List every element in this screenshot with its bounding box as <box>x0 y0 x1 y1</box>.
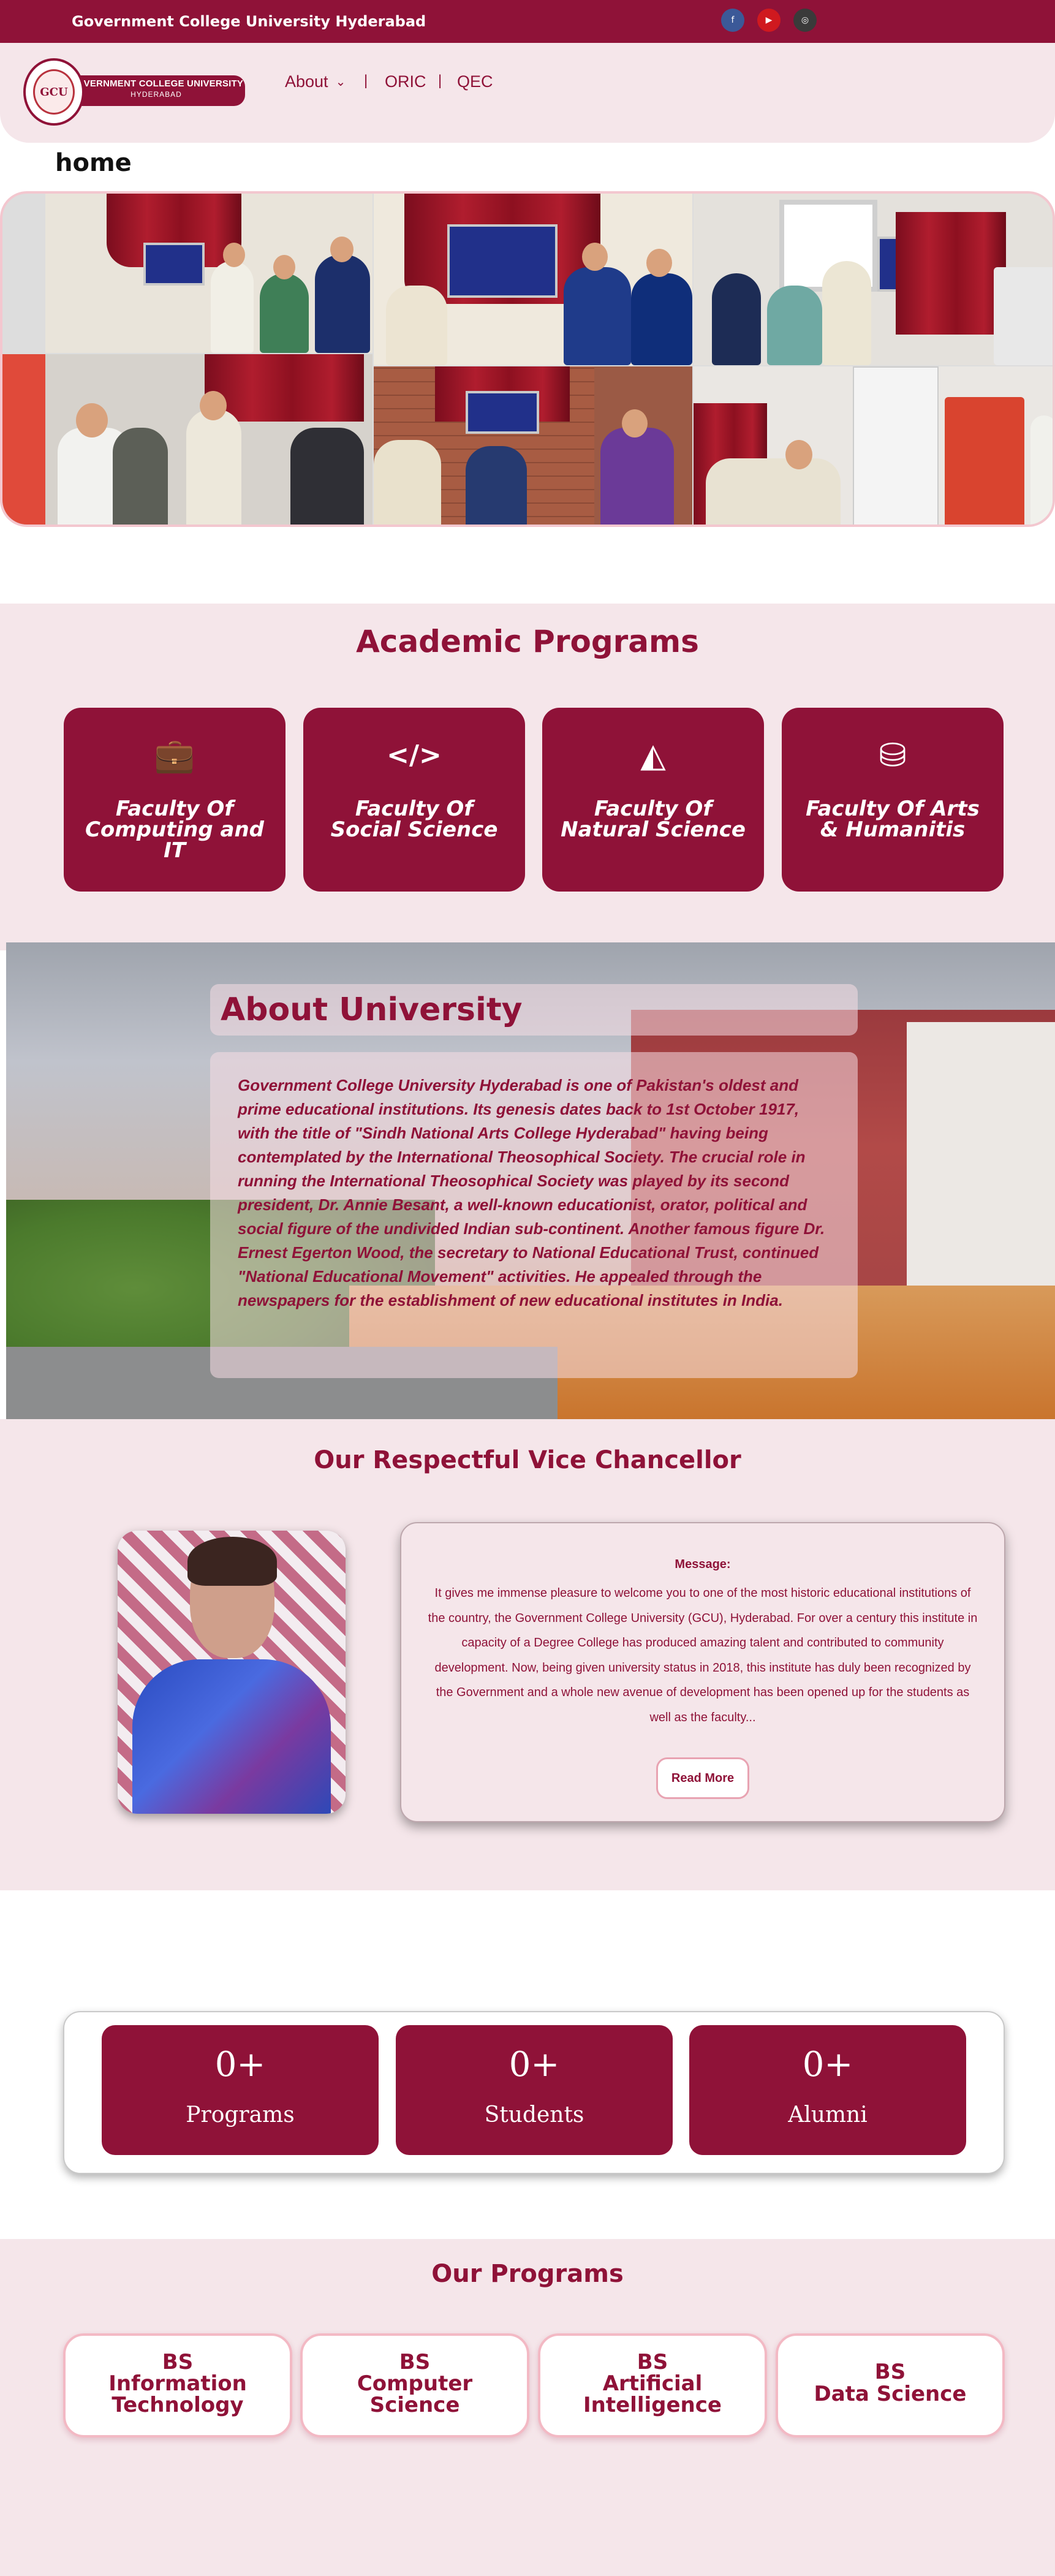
program-degree: BS <box>637 2350 668 2374</box>
page-title: home <box>55 149 132 177</box>
program-degree: BS <box>162 2350 194 2374</box>
chevron-down-icon: ⌄ <box>335 75 346 89</box>
message-label: Message: <box>675 1558 731 1571</box>
about-university-title: About University <box>221 991 523 1028</box>
faculty-card-natural-science[interactable]: ◭ Faculty Of Natural Science <box>542 708 764 892</box>
university-logo[interactable]: GOVERNMENT COLLEGE UNIVERSITY HYDERABAD … <box>23 58 245 131</box>
program-card-bs-cs[interactable]: BS Computer Science <box>300 2333 529 2438</box>
program-name-line: Computer <box>357 2371 473 2396</box>
logo-seal: GCU <box>23 58 85 126</box>
vice-chancellor-message: It gives me immense pleasure to welcome … <box>428 1586 978 1724</box>
hero-photo <box>374 194 692 365</box>
logo-line-2: HYDERABAD <box>130 90 182 99</box>
hero-photo <box>45 194 372 353</box>
stat-label: Programs <box>186 2102 295 2127</box>
program-degree: BS <box>399 2350 431 2374</box>
database-icon: ⛁ <box>879 736 907 775</box>
stat-label: Students <box>484 2102 584 2127</box>
university-name: Government College University Hyderabad <box>72 13 426 30</box>
instagram-icon[interactable]: ◎ <box>793 9 817 32</box>
top-bar: Government College University Hyderabad … <box>0 0 1055 43</box>
read-more-button[interactable]: Read More <box>656 1757 749 1799</box>
code-icon: </> <box>387 740 442 771</box>
logo-seal-emblem: GCU <box>33 69 75 115</box>
program-name-line: Data Science <box>814 2382 967 2406</box>
logo-line-1: GOVERNMENT COLLEGE UNIVERSITY <box>69 78 244 89</box>
program-name-line: Information <box>108 2371 247 2396</box>
briefcase-clock-icon: 💼 <box>154 736 195 775</box>
faculty-name: Faculty Of Natural Science <box>561 797 746 842</box>
faculty-name: Faculty Of Arts & Humanitis <box>806 797 980 842</box>
nav-about-label: About <box>285 72 328 91</box>
nav-about[interactable]: About ⌄ <box>285 66 346 97</box>
hero-photo-collage <box>0 191 1055 527</box>
program-card-bs-ai[interactable]: BS Artificial Intelligence <box>538 2333 767 2438</box>
program-card-bs-ds[interactable]: BS Data Science <box>776 2333 1005 2438</box>
site-header: GOVERNMENT COLLEGE UNIVERSITY HYDERABAD … <box>0 43 1055 143</box>
faculty-card-arts-humanities[interactable]: ⛁ Faculty Of Arts & Humanitis <box>782 708 1004 892</box>
stat-value: 0+ <box>214 2045 266 2085</box>
hero-photo <box>374 366 692 525</box>
nav-separator: | <box>438 72 442 89</box>
facebook-icon[interactable]: f <box>721 9 744 32</box>
program-degree: BS <box>874 2360 906 2384</box>
about-university-text: Government College University Hyderabad … <box>238 1076 825 1309</box>
faculty-name: Faculty Of Computing and IT <box>85 797 265 863</box>
program-card-bs-it[interactable]: BS Information Technology <box>63 2333 292 2438</box>
nav-separator: | <box>364 72 368 89</box>
nav-oric[interactable]: ORIC <box>385 66 426 97</box>
nav-qec[interactable]: QEC <box>457 66 493 97</box>
stat-value: 0+ <box>509 2045 560 2085</box>
stat-alumni: 0+ Alumni <box>689 2025 966 2155</box>
hero-photo <box>694 366 1053 525</box>
faculty-card-computing[interactable]: 💼 Faculty Of Computing and IT <box>64 708 285 892</box>
faculty-name: Faculty Of Social Science <box>330 797 498 842</box>
stat-value: 0+ <box>802 2045 853 2085</box>
faculty-card-social-science[interactable]: </> Faculty Of Social Science <box>303 708 525 892</box>
youtube-icon[interactable]: ▶ <box>757 9 781 32</box>
hero-photo <box>2 354 372 525</box>
hero-photo <box>694 194 1053 365</box>
our-programs-title: Our Programs <box>431 2260 624 2288</box>
stat-label: Alumni <box>788 2102 868 2127</box>
vice-chancellor-photo <box>118 1531 346 1814</box>
stat-programs: 0+ Programs <box>102 2025 379 2155</box>
academic-programs-title: Academic Programs <box>356 624 699 659</box>
logo-banner: GOVERNMENT COLLEGE UNIVERSITY HYDERABAD <box>67 75 245 106</box>
artstation-icon: ◭ <box>640 736 666 775</box>
program-name-line: Technology <box>112 2393 244 2417</box>
program-name-line: Artificial <box>602 2371 703 2396</box>
program-name-line: Intelligence <box>583 2393 722 2417</box>
stat-students: 0+ Students <box>396 2025 673 2155</box>
vice-chancellor-title: Our Respectful Vice Chancellor <box>314 1446 741 1474</box>
program-name-line: Science <box>369 2393 460 2417</box>
